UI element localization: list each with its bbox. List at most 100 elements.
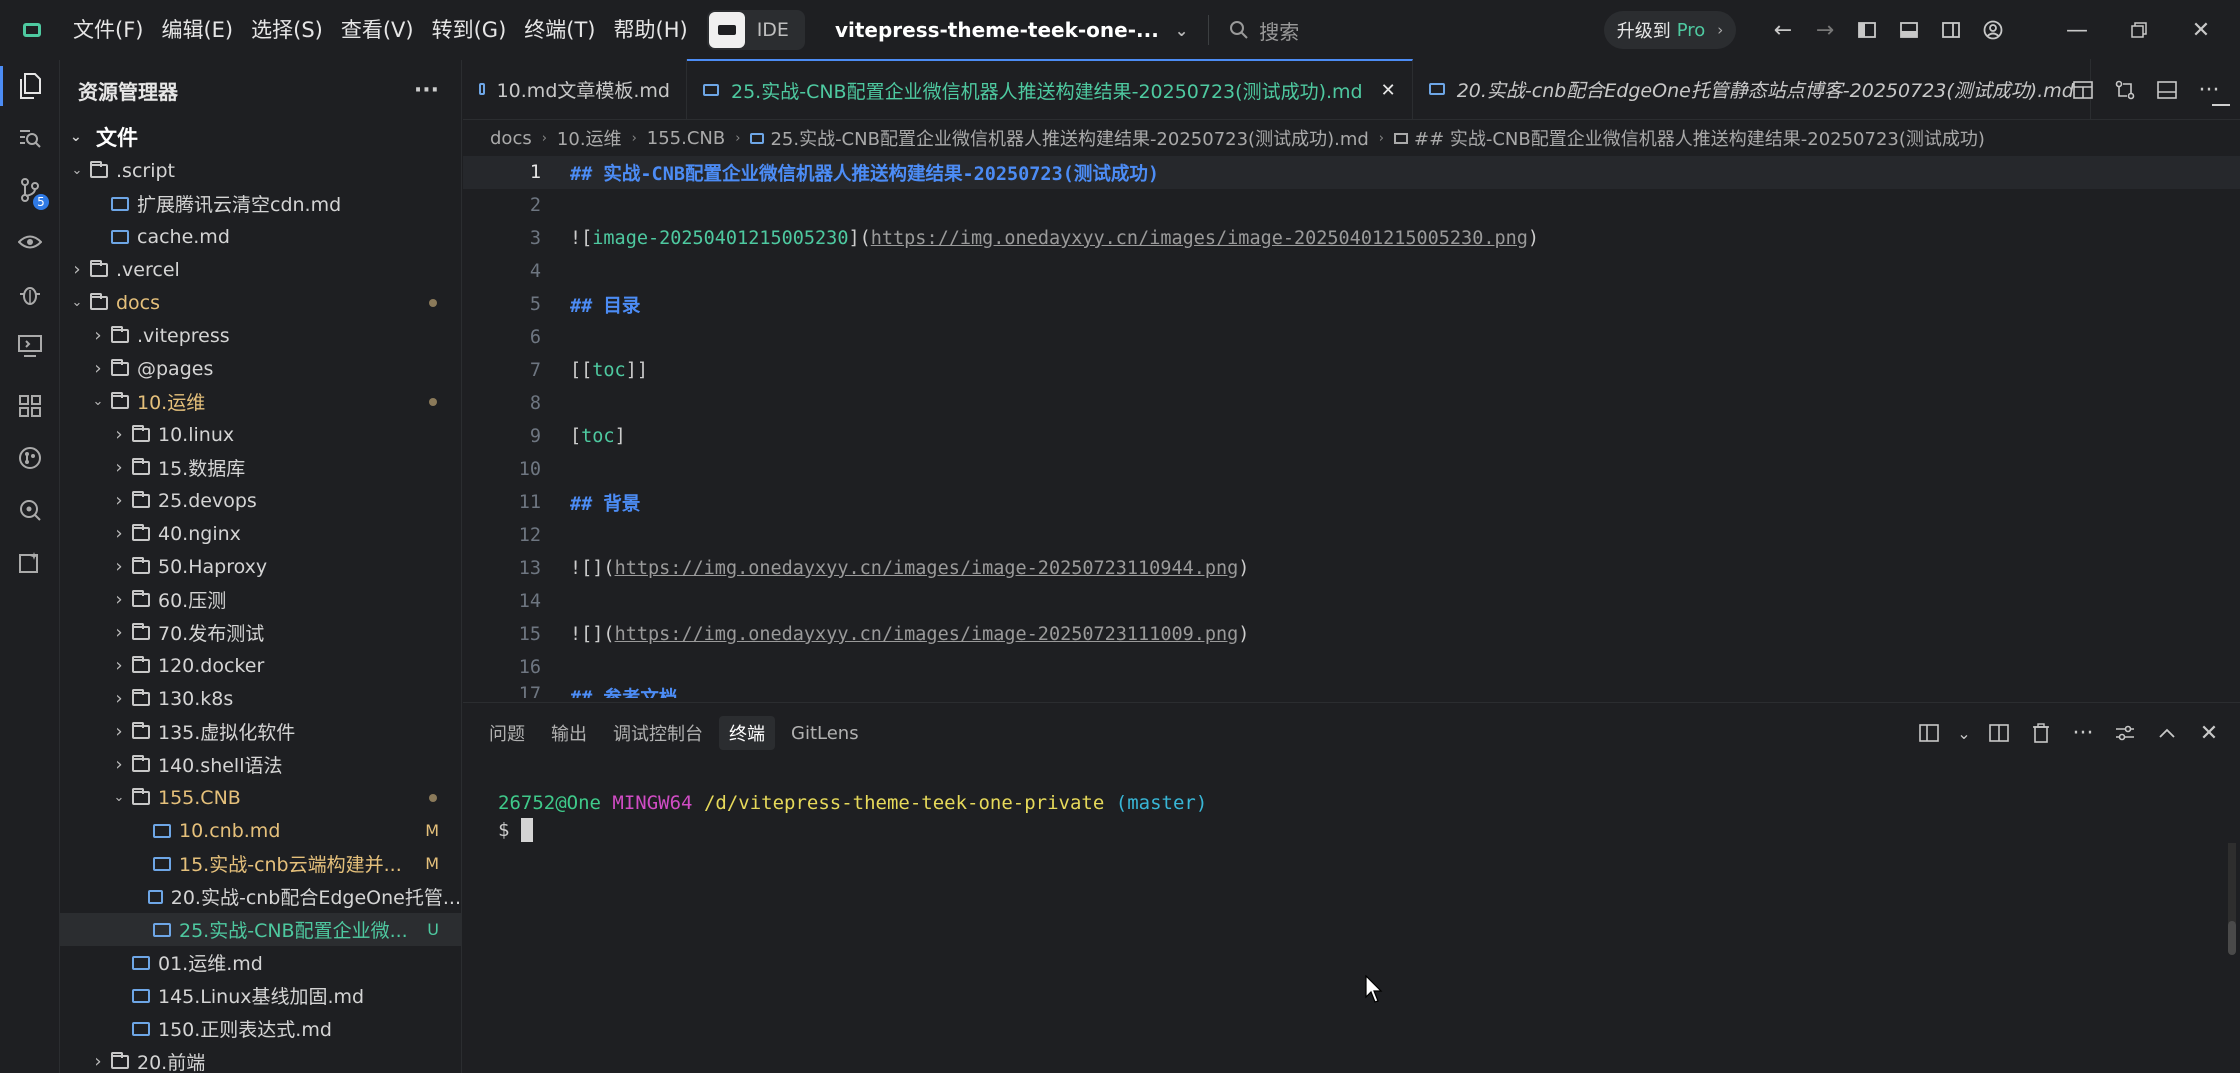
tab-output[interactable]: 输出 (541, 716, 597, 750)
maximize-panel-icon[interactable] (2146, 712, 2188, 754)
settings-sliders-icon[interactable] (2104, 712, 2146, 754)
menu-terminal[interactable]: 终端(T) (515, 10, 604, 50)
menu-go[interactable]: 转到(G) (423, 10, 516, 50)
more-actions-icon[interactable]: ··· (414, 78, 439, 103)
breadcrumb-item[interactable]: 25.实战-CNB配置企业微信机器人推送构建结果-20250723(测试成功).… (770, 125, 1368, 151)
close-panel-icon[interactable]: ✕ (2188, 712, 2230, 754)
toggle-sidebar-icon[interactable] (1846, 9, 1888, 51)
image-url[interactable]: https://img.onedayxyy.cn/images/image-20… (871, 228, 1528, 249)
search-view-icon[interactable] (0, 112, 60, 164)
gitlens-icon[interactable] (0, 484, 60, 536)
tab-preview-file[interactable]: 20.实战-cnb配合EdgeOne托管静态站点博客-20250723(测试成功… (1413, 59, 2091, 119)
tree-folder[interactable]: › @pages (60, 352, 461, 385)
tree-folder[interactable]: › 10.linux (60, 418, 461, 451)
tree-folder[interactable]: › 50.Haproxy (60, 550, 461, 583)
menu-edit[interactable]: 编辑(E) (152, 10, 242, 50)
scrollbar-track[interactable] (2228, 843, 2236, 923)
tab-debug-console[interactable]: 调试控制台 (603, 716, 713, 750)
terminal-user: 26752@One (498, 791, 601, 814)
ai-assistant-icon[interactable] (0, 536, 60, 588)
scrollbar-thumb[interactable] (2228, 921, 2236, 955)
tree-folder[interactable]: ⌄ docs (60, 286, 461, 319)
tree-file[interactable]: 01.运维.md (60, 946, 461, 979)
restore-icon[interactable] (2108, 9, 2170, 51)
upgrade-pro-button[interactable]: 升级到 Pro › (1604, 11, 1736, 49)
tree-folder[interactable]: › 120.docker (60, 649, 461, 682)
tree-file[interactable]: 扩展腾讯云清空cdn.md (60, 187, 461, 220)
git-graph-icon[interactable] (0, 432, 60, 484)
close-window-icon[interactable]: ✕ (2170, 9, 2232, 51)
tree-file[interactable]: 25.实战-CNB配置企业微... U (60, 913, 461, 946)
tree-file[interactable]: 15.实战-cnb云端构建并... M (60, 847, 461, 880)
remote-explorer-icon[interactable] (0, 320, 60, 372)
tree-folder[interactable]: › 135.虚拟化软件 (60, 715, 461, 748)
tree-folder[interactable]: › 40.nginx (60, 517, 461, 550)
image-url[interactable]: https://img.onedayxyy.cn/images/image-20… (615, 558, 1239, 579)
tree-folder[interactable]: › 70.发布测试 (60, 616, 461, 649)
trash-icon[interactable] (2020, 712, 2062, 754)
files-section-header[interactable]: ⌄ 文件 (60, 120, 461, 154)
tree-item-label: .script (116, 159, 175, 182)
toggle-secondary-sidebar-icon[interactable] (1930, 9, 1972, 51)
chevron-down-icon[interactable]: ⌄ (1950, 712, 1978, 754)
explorer-header: 资源管理器 ··· (60, 60, 461, 120)
source-control-icon[interactable]: 5 (0, 164, 60, 216)
forward-arrow-icon[interactable]: → (1804, 9, 1846, 51)
tree-file[interactable]: 145.Linux基线加固.md (60, 979, 461, 1012)
tree-folder[interactable]: ⌄ 155.CNB (60, 781, 461, 814)
terminal[interactable]: 26752@One MINGW64 /d/vitepress-theme-tee… (463, 763, 2240, 843)
tree-file[interactable]: 10.cnb.md M (60, 814, 461, 847)
tree-folder[interactable]: › 20.前端 (60, 1045, 461, 1073)
menu-selection[interactable]: 选择(S) (242, 10, 332, 50)
terminal-env: MINGW64 (612, 791, 693, 814)
breadcrumb-item[interactable]: 155.CNB (647, 128, 725, 149)
tab-gitlens[interactable]: GitLens (781, 716, 869, 750)
back-arrow-icon[interactable]: ← (1762, 9, 1804, 51)
more-actions-icon[interactable]: ··· (2062, 712, 2104, 754)
tab-terminal[interactable]: 终端 (719, 716, 775, 750)
ide-switch[interactable]: IDE (706, 10, 805, 50)
tab-active-file[interactable]: 25.实战-CNB配置企业微信机器人推送构建结果-20250723(测试成功).… (687, 59, 1413, 119)
tree-folder[interactable]: › 25.devops (60, 484, 461, 517)
account-icon[interactable] (1972, 9, 2014, 51)
tree-file[interactable]: 150.正则表达式.md (60, 1012, 461, 1045)
code-editor[interactable]: 1 ## 实战-CNB配置企业微信机器人推送构建结果-20250723(测试成功)… (463, 104, 2240, 698)
tree-folder[interactable]: › .vercel (60, 253, 461, 286)
folder-icon (132, 523, 150, 541)
toggle-panel-icon[interactable] (1888, 9, 1930, 51)
preview-icon[interactable] (2062, 69, 2104, 111)
minimize-icon[interactable]: — (2046, 9, 2108, 51)
tree-folder[interactable]: › 15.数据库 (60, 451, 461, 484)
tree-folder[interactable]: › 140.shell语法 (60, 748, 461, 781)
explorer-icon[interactable] (0, 60, 60, 112)
search-box[interactable]: 搜索 (1229, 16, 1299, 45)
breadcrumb-item[interactable]: 10.运维 (557, 125, 622, 151)
tab-template[interactable]: 10.md文章模板.md (463, 59, 687, 119)
tree-item-label: 扩展腾讯云清空cdn.md (137, 194, 342, 216)
tree-file[interactable]: cache.md (60, 220, 461, 253)
split-editor-icon[interactable] (2146, 69, 2188, 111)
menu-view[interactable]: 查看(V) (332, 10, 423, 50)
tree-folder[interactable]: › .vitepress (60, 319, 461, 352)
project-selector[interactable]: vitepress-theme-teek-one-... ⌄ (835, 18, 1188, 42)
tree-folder[interactable]: › 130.k8s (60, 682, 461, 715)
tree-folder[interactable]: › 60.压测 (60, 583, 461, 616)
breadcrumb-item[interactable]: docs (490, 128, 532, 149)
menu-help[interactable]: 帮助(H) (605, 10, 697, 50)
tree-file[interactable]: 20.实战-cnb配合EdgeOne托管... (60, 880, 461, 913)
compare-changes-icon[interactable] (2104, 69, 2146, 111)
image-url[interactable]: https://img.onedayxyy.cn/images/image-20… (615, 624, 1239, 645)
tree-item-label: 60.压测 (158, 590, 227, 612)
close-tab-icon[interactable]: ✕ (1381, 80, 1396, 101)
menu-file[interactable]: 文件(F) (64, 10, 152, 50)
tab-problems[interactable]: 问题 (479, 716, 535, 750)
debug-icon[interactable] (0, 268, 60, 320)
breadcrumb-item[interactable]: ## 实战-CNB配置企业微信机器人推送构建结果-20250723(测试成功) (1414, 125, 1985, 151)
eye-icon[interactable] (0, 216, 60, 268)
tree-folder[interactable]: ⌄ .script (60, 154, 461, 187)
split-terminal-icon[interactable] (1978, 712, 2020, 754)
tree-folder[interactable]: ⌄ 10.运维 (60, 385, 461, 418)
folder-icon (132, 754, 150, 772)
terminal-layout-icon[interactable] (1908, 712, 1950, 754)
extensions-icon[interactable] (0, 380, 60, 432)
